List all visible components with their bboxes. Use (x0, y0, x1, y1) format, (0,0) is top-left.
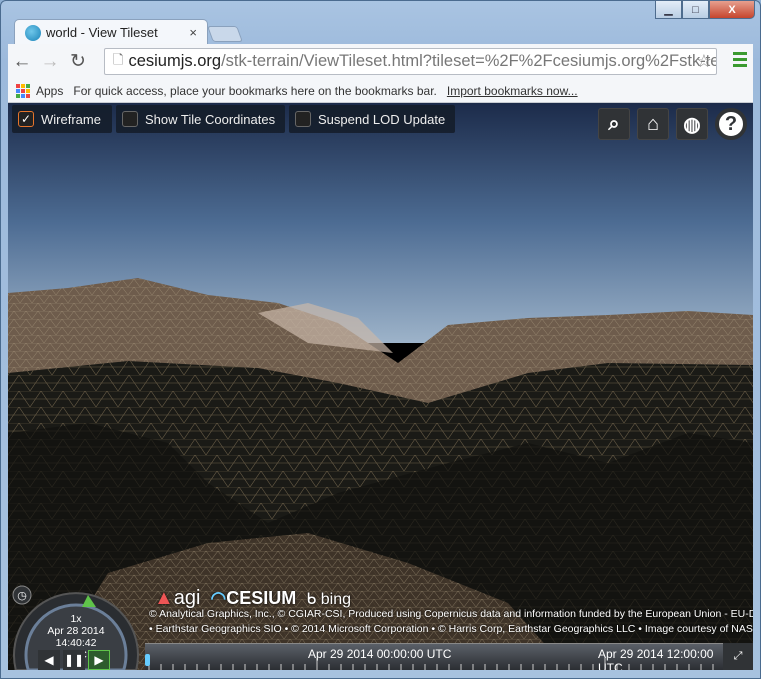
svg-text:◷: ◷ (17, 590, 27, 602)
page-icon: 🗋 (113, 51, 124, 67)
show-tile-coordinates-toggle[interactable]: Show Tile Coordinates (116, 105, 286, 133)
play-reverse-button[interactable]: ◀ (38, 650, 60, 670)
cesium-viewer[interactable]: ✓ Wireframe Show Tile Coordinates Suspend… (8, 103, 753, 670)
timeline-label-2: Apr 29 2014 12:00:00 UTC (598, 647, 714, 670)
animation-date: Apr 28 2014 (47, 625, 105, 637)
credits: © Analytical Graphics, Inc., © CGIAR-CSI… (149, 608, 753, 635)
timeline-label-1: Apr 29 2014 00:00:00 UTC (308, 647, 452, 661)
apps-icon[interactable] (16, 83, 30, 98)
back-icon[interactable]: ← (8, 51, 36, 73)
agi-logo[interactable]: ▲agi (154, 587, 201, 610)
bookmarks-bar: Apps For quick access, place your bookma… (8, 79, 753, 103)
cesium-logo[interactable]: ◠CESIUM (211, 588, 297, 609)
globe-icon[interactable]: ◍ (676, 108, 708, 140)
bing-logo[interactable]: ᑲ bing (306, 589, 351, 609)
wireframe-toggle[interactable]: ✓ Wireframe (12, 105, 112, 133)
menu-icon[interactable] (733, 52, 747, 70)
reload-icon[interactable]: ↻ (64, 50, 92, 73)
import-bookmarks-link[interactable]: Import bookmarks now... (447, 84, 578, 98)
search-icon[interactable]: ⌕ (598, 108, 630, 140)
minimize-button[interactable]: ▁ (655, 0, 682, 19)
new-tab-button[interactable] (207, 26, 243, 42)
address-bar[interactable]: 🗋 cesiumjs.org/stk-terrain/ViewTileset.h… (104, 48, 717, 75)
wireframe-label: Wireframe (41, 111, 101, 127)
bookmarks-hint: For quick access, place your bookmarks h… (73, 83, 437, 98)
timeline[interactable]: Apr 29 2014 00:00:00 UTC Apr 29 2014 12:… (145, 643, 723, 670)
url-host: cesiumjs.org (128, 52, 222, 70)
apps-link[interactable]: Apps (36, 84, 63, 98)
home-icon[interactable]: ⌂ (637, 108, 669, 140)
cesium-favicon-icon (25, 24, 41, 41)
suspend-lod-label: Suspend LOD Update (318, 111, 446, 127)
play-button[interactable]: ▶ (88, 650, 110, 670)
tab-active[interactable]: world - View Tileset × (14, 19, 208, 45)
maximize-button[interactable]: □ (682, 0, 709, 19)
tab-title: world - View Tileset (46, 25, 158, 40)
window-controls: ▁ □ X (655, 0, 755, 19)
animation-speed: 1x (70, 613, 82, 625)
checkbox-icon (122, 111, 138, 127)
forward-icon[interactable]: → (36, 51, 64, 73)
pause-button[interactable]: ❚❚ (63, 650, 85, 670)
fullscreen-icon[interactable]: ⤢ (723, 643, 753, 670)
branding-logos: ▲agi ◠CESIUM ᑲ bing (154, 587, 351, 610)
suspend-lod-toggle[interactable]: Suspend LOD Update (289, 105, 456, 133)
checkmark-icon: ✓ (18, 111, 34, 127)
show-tile-coordinates-label: Show Tile Coordinates (145, 111, 276, 127)
browser-toolbar: ← → ↻ 🗋 cesiumjs.org/stk-terrain/ViewTil… (8, 44, 753, 79)
animation-widget: ◷ 1x Apr 28 2014 14:40:42 UTC ◀ ❚❚ ▶ (10, 585, 140, 670)
close-button[interactable]: X (709, 0, 755, 19)
tab-close-icon[interactable]: × (189, 25, 197, 40)
url-path: /stk-terrain/ViewTileset.html?tileset=%2… (221, 52, 717, 70)
bookmark-star-icon[interactable]: ☆ (696, 51, 712, 72)
checkbox-icon (295, 111, 311, 127)
credits-line-1: © Analytical Graphics, Inc., © CGIAR-CSI… (149, 608, 753, 620)
credits-line-2: • Earthstar Geographics SIO • © 2014 Mic… (149, 623, 753, 635)
help-icon[interactable]: ? (715, 108, 747, 140)
timeline-needle[interactable] (145, 654, 150, 666)
